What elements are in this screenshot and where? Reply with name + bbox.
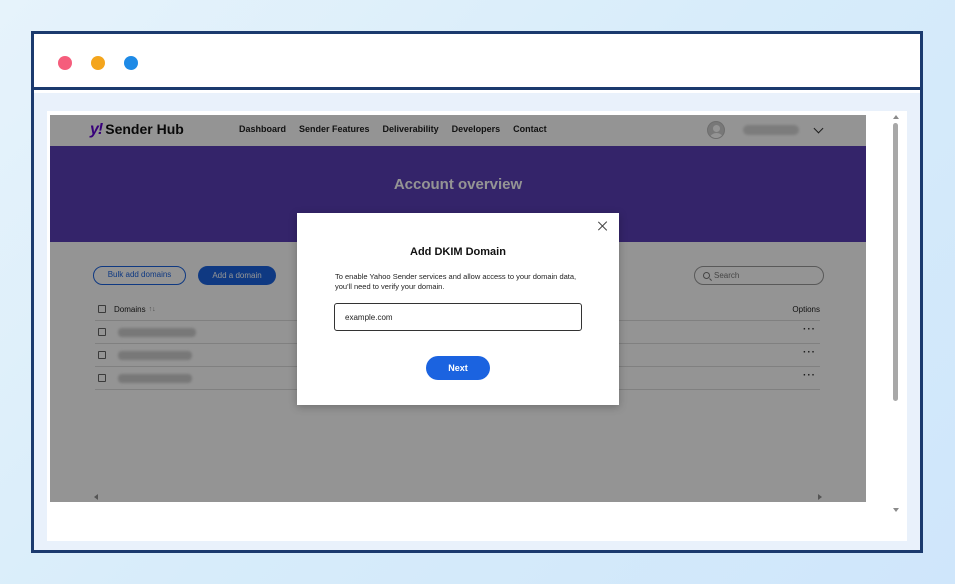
scroll-up-arrow-icon[interactable] — [893, 115, 899, 119]
minimize-window-dot[interactable] — [91, 56, 105, 70]
close-icon[interactable] — [597, 220, 609, 232]
add-dkim-domain-dialog: Add DKIM Domain To enable Yahoo Sender s… — [297, 213, 619, 405]
scroll-down-arrow-icon[interactable] — [893, 508, 899, 512]
maximize-window-dot[interactable] — [124, 56, 138, 70]
browser-titlebar — [34, 34, 920, 90]
dialog-description: To enable Yahoo Sender services and allo… — [335, 272, 577, 291]
domain-input[interactable] — [334, 303, 582, 331]
vertical-scrollbar[interactable] — [892, 115, 900, 512]
browser-window: y! Sender Hub Dashboard Sender Features … — [31, 31, 923, 553]
scroll-left-arrow-icon[interactable] — [94, 494, 98, 500]
scroll-right-arrow-icon[interactable] — [818, 494, 822, 500]
dialog-title: Add DKIM Domain — [410, 246, 506, 258]
browser-viewport: y! Sender Hub Dashboard Sender Features … — [34, 93, 920, 550]
next-button[interactable]: Next — [426, 356, 490, 380]
scrollbar-thumb[interactable] — [893, 123, 898, 401]
sender-hub-page: y! Sender Hub Dashboard Sender Features … — [50, 115, 866, 502]
close-window-dot[interactable] — [58, 56, 72, 70]
